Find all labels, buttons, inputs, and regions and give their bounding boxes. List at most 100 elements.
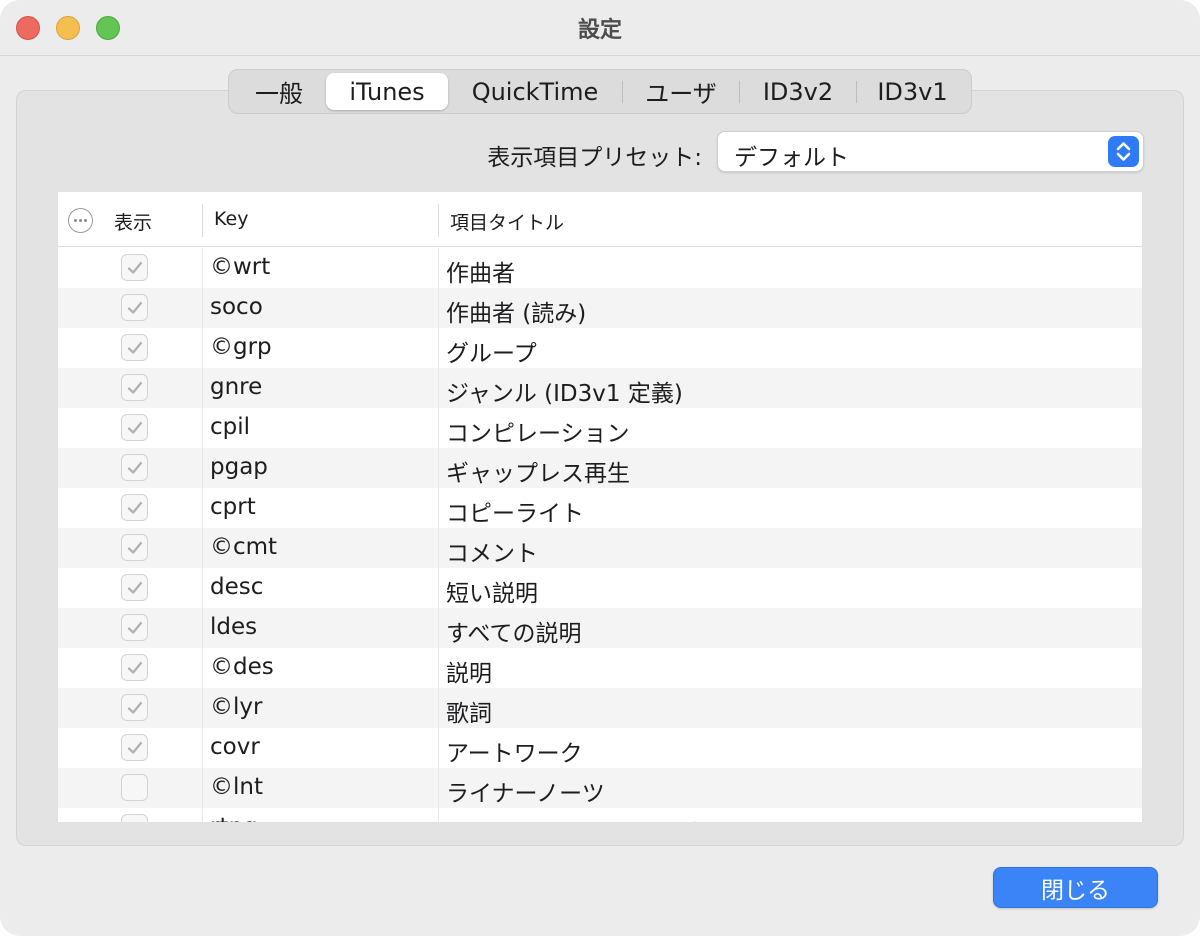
tab-id3v1[interactable]: ID3v1	[857, 73, 968, 110]
cell-title[interactable]: 歌詞	[446, 694, 492, 728]
cell-title[interactable]: ライナーノーツ	[446, 774, 605, 808]
column-divider	[202, 528, 203, 568]
checkmark-icon	[127, 741, 143, 754]
table-row[interactable]: ldes すべての説明	[58, 608, 1142, 648]
show-checkbox[interactable]	[121, 254, 148, 281]
column-divider	[202, 248, 203, 288]
cell-key: rtng	[210, 814, 258, 822]
cell-key: ©grp	[210, 334, 272, 360]
tab-general[interactable]: 一般	[232, 73, 326, 110]
cell-title[interactable]: すべての説明	[446, 614, 581, 648]
table-row[interactable]: desc 短い説明	[58, 568, 1142, 608]
cell-key: cprt	[210, 494, 256, 520]
tab-itunes[interactable]: iTunes	[326, 73, 448, 110]
cell-title[interactable]: コメント	[446, 534, 538, 568]
table-row[interactable]: ©wrt 作曲者	[58, 248, 1142, 288]
show-checkbox[interactable]	[121, 494, 148, 521]
table-row[interactable]: covr アートワーク	[58, 728, 1142, 768]
cell-title[interactable]: 説明	[446, 654, 492, 688]
checkmark-icon	[127, 421, 143, 434]
cell-key: ©wrt	[210, 254, 271, 280]
column-divider	[202, 328, 203, 368]
column-divider	[438, 768, 439, 808]
checkmark-icon	[127, 621, 143, 634]
column-divider	[438, 728, 439, 768]
cell-title[interactable]: ジャンル (ID3v1 定義)	[446, 374, 683, 408]
cell-key: cpil	[210, 414, 251, 440]
checkmark-icon	[127, 341, 143, 354]
show-checkbox[interactable]	[121, 814, 148, 822]
cell-key: soco	[210, 294, 263, 320]
settings-window: 設定 一般 iTunes QuickTime ユーザ ID3v2 ID3v1 表…	[0, 0, 1200, 936]
checkmark-icon	[127, 461, 143, 474]
more-options-icon[interactable]	[68, 208, 93, 233]
column-divider	[438, 408, 439, 448]
column-divider	[202, 408, 203, 448]
fields-table: 表示 Key 項目タイトル ©wrt 作曲者 soco 作曲者 (読み) ©grp グルー…	[58, 192, 1142, 822]
column-divider	[202, 448, 203, 488]
column-divider	[202, 488, 203, 528]
column-divider	[438, 288, 439, 328]
show-checkbox[interactable]	[121, 574, 148, 601]
cell-title[interactable]: コンテンツレーティング	[446, 814, 698, 822]
checkmark-icon	[127, 381, 143, 394]
table-row[interactable]: ©lnt ライナーノーツ	[58, 768, 1142, 808]
tab-user[interactable]: ユーザ	[623, 73, 739, 110]
show-checkbox[interactable]	[121, 534, 148, 561]
show-checkbox[interactable]	[121, 334, 148, 361]
column-divider	[202, 368, 203, 408]
column-header-title[interactable]: 項目タイトル	[450, 208, 564, 235]
checkmark-icon	[127, 301, 143, 314]
cell-title[interactable]: 作曲者	[446, 254, 515, 288]
preset-popup[interactable]: デフォルト	[717, 131, 1144, 172]
cell-title[interactable]: 作曲者 (読み)	[446, 294, 586, 328]
show-checkbox[interactable]	[121, 294, 148, 321]
close-button[interactable]: 閉じる	[993, 867, 1158, 908]
table-row[interactable]: soco 作曲者 (読み)	[58, 288, 1142, 328]
show-checkbox[interactable]	[121, 454, 148, 481]
column-divider	[438, 328, 439, 368]
table-header: 表示 Key 項目タイトル	[58, 192, 1142, 247]
title-bar: 設定	[0, 0, 1200, 56]
show-checkbox[interactable]	[121, 734, 148, 761]
checkmark-icon	[127, 541, 143, 554]
table-row[interactable]: pgap ギャップレス再生	[58, 448, 1142, 488]
table-row[interactable]: cprt コピーライト	[58, 488, 1142, 528]
cell-title[interactable]: コピーライト	[446, 494, 584, 528]
column-divider	[438, 608, 439, 648]
show-checkbox[interactable]	[121, 414, 148, 441]
cell-title[interactable]: ギャップレス再生	[446, 454, 630, 488]
window-title: 設定	[577, 18, 622, 43]
show-checkbox[interactable]	[121, 774, 148, 801]
cell-title[interactable]: 短い説明	[446, 574, 538, 608]
show-checkbox[interactable]	[121, 614, 148, 641]
column-divider	[202, 688, 203, 728]
cell-title[interactable]: グループ	[446, 334, 537, 368]
show-checkbox[interactable]	[121, 374, 148, 401]
show-checkbox[interactable]	[121, 654, 148, 681]
column-separator[interactable]	[438, 204, 439, 237]
column-header-show[interactable]: 表示	[114, 208, 152, 235]
table-row[interactable]: ©des 説明	[58, 648, 1142, 688]
table-row[interactable]: cpil コンピレーション	[58, 408, 1142, 448]
cell-key: ©cmt	[210, 534, 278, 560]
column-divider	[202, 288, 203, 328]
table-row[interactable]: gnre ジャンル (ID3v1 定義)	[58, 368, 1142, 408]
table-row[interactable]: ©cmt コメント	[58, 528, 1142, 568]
table-row[interactable]: ©grp グループ	[58, 328, 1142, 368]
column-divider	[438, 808, 439, 822]
tab-id3v2[interactable]: ID3v2	[740, 73, 856, 110]
tab-quicktime[interactable]: QuickTime	[448, 73, 622, 110]
checkmark-icon	[127, 581, 143, 594]
column-separator[interactable]	[202, 204, 203, 237]
column-divider	[438, 688, 439, 728]
column-divider	[202, 568, 203, 608]
column-header-key[interactable]: Key	[214, 208, 248, 230]
preset-label: 表示項目プリセット:	[487, 145, 702, 171]
cell-title[interactable]: アートワーク	[446, 734, 583, 768]
table-row[interactable]: ©lyr 歌詞	[58, 688, 1142, 728]
table-row[interactable]: rtng コンテンツレーティング	[58, 808, 1142, 822]
column-divider	[202, 808, 203, 822]
cell-title[interactable]: コンピレーション	[446, 414, 630, 448]
show-checkbox[interactable]	[121, 694, 148, 721]
